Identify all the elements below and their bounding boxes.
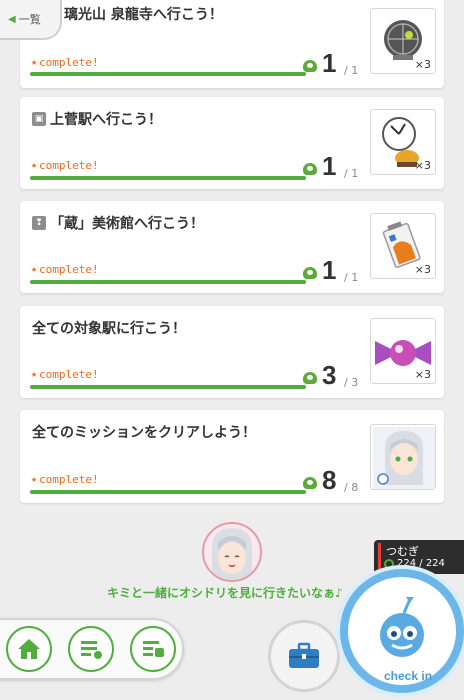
mission-card[interactable]: 全てのミッションをクリアしよう！ ★ complete! 8 / 8 [20, 410, 444, 503]
complete-status: ★ complete! [31, 368, 99, 381]
reward-quantity: ×3 [414, 159, 431, 172]
mission-count: 1 [322, 48, 337, 78]
mission-card[interactable]: ▣ 上菅駅へ行こう！ ★ complete! 1 / 1 ×3 [20, 97, 444, 189]
frog-icon [303, 372, 317, 384]
character-face-icon [212, 528, 252, 580]
mission-title-row: ❢ 「蔵」美術館へ行こう！ [32, 213, 204, 233]
frog-icon [303, 60, 317, 72]
character-portrait-icon [373, 427, 435, 489]
mission-count: 8 [322, 465, 337, 495]
reward-box: ×3 [370, 213, 436, 279]
train-icon: ▣ [32, 112, 46, 126]
briefcase-icon [289, 642, 319, 668]
reward-box: ×3 [370, 8, 436, 74]
reward-quantity: ×3 [414, 368, 431, 381]
mission-total: / 1 [344, 271, 359, 284]
character-avatar[interactable] [202, 522, 262, 582]
progress-bar [30, 385, 306, 389]
check-in-inner: check in [348, 577, 456, 685]
mission-card[interactable]: 全ての対象駅に行こう！ ★ complete! 3 / 3 ×3 [20, 306, 444, 398]
star-icon: ★ [31, 160, 38, 171]
frog-icon [303, 267, 317, 279]
home-icon [18, 639, 40, 659]
reward-box: ×3 [370, 318, 436, 384]
reward-quantity: ×3 [414, 58, 431, 71]
check-in-label: check in [384, 669, 433, 683]
back-label: 一覧 [18, 13, 41, 26]
mission-total: / 1 [344, 167, 359, 180]
progress-bar [30, 176, 306, 180]
star-icon: ★ [31, 57, 38, 68]
mission-title: 上菅駅へ行こう！ [50, 112, 162, 128]
mission-count: 1 [322, 151, 337, 181]
mission-title-row: ▣ 上菅駅へ行こう！ [32, 109, 162, 129]
progress-bar [30, 72, 306, 76]
frog-icon [303, 163, 317, 175]
mission-count: 3 [322, 360, 337, 390]
chevron-left-icon: ◀ [8, 13, 16, 25]
home-button[interactable] [6, 626, 52, 672]
star-icon: ★ [31, 474, 38, 485]
mission-list-button[interactable] [68, 626, 114, 672]
mission-total: / 1 [344, 64, 359, 77]
mission-total: / 3 [344, 376, 359, 389]
list-train-icon [143, 641, 164, 657]
bottom-nav [0, 618, 184, 680]
reward-box [370, 424, 436, 490]
mission-card[interactable]: ❢ 「蔵」美術館へ行こう！ ★ complete! 1 / 1 ×3 [20, 201, 444, 293]
character-name: つむぎ [386, 545, 419, 558]
badge-accent [378, 543, 381, 571]
bag-button[interactable] [268, 620, 340, 692]
mission-title: 璃光山 泉龍寺へ行こう！ [64, 7, 223, 23]
train-mission-button[interactable] [130, 626, 176, 672]
complete-status: ★ complete! [31, 159, 99, 172]
frog-icon [303, 477, 317, 489]
mission-count: 1 [322, 255, 337, 285]
mission-title: 全ての対象駅に行こう！ [32, 321, 186, 337]
progress-bar [30, 490, 306, 494]
complete-status: ★ complete! [31, 473, 99, 486]
mission-title: 「蔵」美術館へ行こう！ [50, 216, 204, 232]
star-icon: ★ [31, 369, 38, 380]
footprint-icon: ❢ [32, 216, 46, 230]
progress-bar [30, 280, 306, 284]
complete-status: ★ complete! [31, 56, 99, 69]
complete-status: ★ complete! [31, 263, 99, 276]
character-message: キミと一緒にオシドリを見に行きたいなぁ♪ [107, 586, 343, 600]
list-check-icon [81, 641, 102, 659]
reward-quantity: ×3 [414, 263, 431, 276]
mission-card[interactable]: 璃光山 泉龍寺へ行こう！ ★ complete! 1 / 1 ×3 [20, 0, 444, 88]
mission-total: / 8 [344, 481, 359, 494]
back-to-list-button[interactable]: ◀ 一覧 [0, 0, 62, 40]
star-icon: ★ [31, 264, 38, 275]
check-in-button[interactable]: check in [336, 565, 464, 697]
reward-box: ×3 [370, 109, 436, 175]
mission-title: 全てのミッションをクリアしよう！ [32, 425, 256, 441]
